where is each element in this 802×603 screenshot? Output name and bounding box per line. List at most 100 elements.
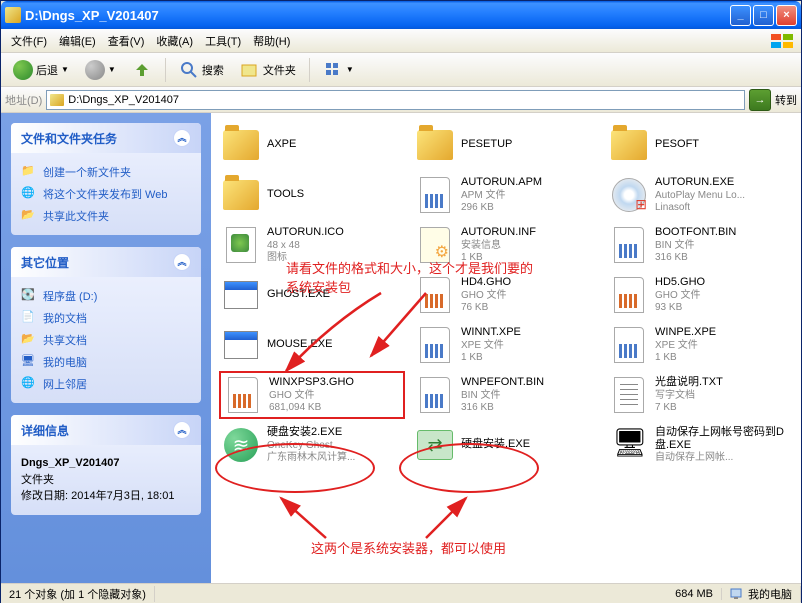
collapse-icon[interactable]: ︽ (173, 129, 191, 147)
folder-icon (50, 94, 64, 106)
file-name: AUTORUN.APM (461, 176, 542, 189)
place-icon: 🖥 (21, 354, 37, 370)
place-link[interactable]: 🖥我的电脑 (21, 351, 191, 373)
task-icon: 📁 (21, 164, 37, 180)
status-location: 我的电脑 (748, 586, 792, 602)
back-dropdown-icon[interactable]: ▼ (61, 65, 69, 74)
menu-view[interactable]: 查看(V) (102, 30, 151, 52)
annotation-arrow-3 (271, 493, 331, 543)
menubar: 文件(F) 编辑(E) 查看(V) 收藏(A) 工具(T) 帮助(H) (1, 29, 801, 53)
menu-help[interactable]: 帮助(H) (247, 30, 296, 52)
other-places-header[interactable]: 其它位置 ︽ (11, 247, 201, 277)
file-item[interactable]: HD5.GHOGHO 文件93 KB (607, 271, 793, 319)
file-item[interactable]: TOOLS (219, 171, 405, 219)
file-item[interactable]: AUTORUN.INF安装信息1 KB (413, 221, 599, 269)
file-item[interactable]: WINXPSP3.GHOGHO 文件681,094 KB (219, 371, 405, 419)
annotation-2: 这两个是系统安装器，都可以使用 (311, 538, 506, 557)
views-dropdown-icon[interactable]: ▼ (346, 65, 354, 74)
file-icon: ≋ (221, 425, 261, 465)
search-button[interactable]: 搜索 (173, 56, 230, 84)
search-icon (179, 60, 199, 80)
file-item[interactable]: HD4.GHOGHO 文件76 KB (413, 271, 599, 319)
file-name: BOOTFONT.BIN (655, 226, 736, 239)
file-icon (609, 425, 649, 465)
file-name: 硬盘安装2.EXE (267, 426, 355, 439)
details-header[interactable]: 详细信息 ︽ (11, 415, 201, 445)
file-item[interactable]: WINPE.XPEXPE 文件1 KB (607, 321, 793, 369)
place-link[interactable]: 🌐网上邻居 (21, 373, 191, 395)
file-item[interactable]: ⇄ 硬盘安装.EXE (413, 421, 599, 469)
close-button[interactable]: × (776, 5, 797, 26)
file-item[interactable]: 光盘说明.TXT写字文档7 KB (607, 371, 793, 419)
file-icon (609, 175, 649, 215)
task-icon: 🌐 (21, 186, 37, 202)
folder-icon (5, 7, 21, 23)
back-button[interactable]: 后退 ▼ (7, 56, 75, 84)
file-item[interactable]: ≋硬盘安装2.EXEOneKey Ghost广东雨林木风计算... (219, 421, 405, 469)
file-icon (415, 175, 455, 215)
file-icon (415, 125, 455, 165)
task-link[interactable]: 📁创建一个新文件夹 (21, 161, 191, 183)
file-item[interactable]: WNPEFONT.BINBIN 文件316 KB (413, 371, 599, 419)
menu-favorites[interactable]: 收藏(A) (150, 30, 199, 52)
file-item[interactable]: AXPE (219, 121, 405, 169)
forward-button[interactable]: ▼ (79, 56, 122, 84)
file-view[interactable]: AXPE PESETUP PESOFT TOOLSAUTORUN.APMAPM 文件2… (211, 113, 801, 583)
folders-icon (240, 60, 260, 80)
file-name: AUTORUN.ICO (267, 226, 344, 239)
side-panel: 文件和文件夹任务 ︽ 📁创建一个新文件夹🌐将这个文件夹发布到 Web📂共享此文件… (1, 113, 211, 583)
file-item[interactable]: MOUSE.EXE (219, 321, 405, 369)
collapse-icon[interactable]: ︽ (173, 253, 191, 271)
file-name: HD5.GHO (655, 276, 705, 289)
file-icon (415, 225, 455, 265)
file-tasks-header[interactable]: 文件和文件夹任务 ︽ (11, 123, 201, 153)
place-icon: 📂 (21, 332, 37, 348)
file-icon (609, 375, 649, 415)
file-name: PESETUP (461, 138, 512, 151)
file-item[interactable]: BOOTFONT.BINBIN 文件316 KB (607, 221, 793, 269)
place-link[interactable]: 📂共享文档 (21, 329, 191, 351)
place-link[interactable]: 📄我的文档 (21, 307, 191, 329)
minimize-button[interactable]: _ (730, 5, 751, 26)
file-icon (415, 275, 455, 315)
file-name: AXPE (267, 138, 296, 151)
file-item[interactable]: AUTORUN.EXEAutoPlay Menu Lo...Linasoft (607, 171, 793, 219)
menu-file[interactable]: 文件(F) (5, 30, 53, 52)
views-icon (323, 60, 343, 80)
file-item[interactable]: AUTORUN.ICO48 x 48图标 (219, 221, 405, 269)
file-item[interactable]: AUTORUN.APMAPM 文件296 KB (413, 171, 599, 219)
task-icon: 📂 (21, 208, 37, 224)
file-item[interactable]: PESETUP (413, 121, 599, 169)
place-link[interactable]: 💽程序盘 (D:) (21, 285, 191, 307)
file-item[interactable]: WINNT.XPEXPE 文件1 KB (413, 321, 599, 369)
address-box[interactable]: D:\Dngs_XP_V201407 (46, 90, 745, 110)
forward-dropdown-icon[interactable]: ▼ (108, 65, 116, 74)
task-link[interactable]: 🌐将这个文件夹发布到 Web (21, 183, 191, 205)
file-item[interactable]: 自动保存上网帐号密码到D盘.EXE自动保存上网帐... (607, 421, 793, 469)
go-label: 转到 (775, 92, 797, 108)
maximize-button[interactable]: □ (753, 5, 774, 26)
address-path: D:\Dngs_XP_V201407 (68, 94, 179, 106)
file-name: WINXPSP3.GHO (269, 376, 354, 389)
views-button[interactable]: ▼ (317, 56, 360, 84)
file-item[interactable]: PESOFT (607, 121, 793, 169)
collapse-icon[interactable]: ︽ (173, 421, 191, 439)
file-name: HD4.GHO (461, 276, 511, 289)
statusbar: 21 个对象 (加 1 个隐藏对象) 684 MB 我的电脑 (1, 583, 801, 603)
up-button[interactable] (126, 56, 158, 84)
address-label: 地址(D) (5, 92, 42, 108)
file-icon (415, 375, 455, 415)
file-icon: ⇄ (415, 425, 455, 465)
file-item[interactable]: GHOST.EXE (219, 271, 405, 319)
task-link[interactable]: 📂共享此文件夹 (21, 205, 191, 227)
other-places-box: 其它位置 ︽ 💽程序盘 (D:)📄我的文档📂共享文档🖥我的电脑🌐网上邻居 (11, 247, 201, 403)
folders-button[interactable]: 文件夹 (234, 56, 302, 84)
menu-tools[interactable]: 工具(T) (199, 30, 247, 52)
titlebar[interactable]: D:\Dngs_XP_V201407 _ □ × (1, 1, 801, 29)
go-button[interactable]: → (749, 89, 771, 111)
status-size: 684 MB (667, 588, 722, 600)
file-name: 硬盘安装.EXE (461, 438, 530, 451)
menu-edit[interactable]: 编辑(E) (53, 30, 102, 52)
file-icon (221, 325, 261, 365)
file-icon (609, 125, 649, 165)
